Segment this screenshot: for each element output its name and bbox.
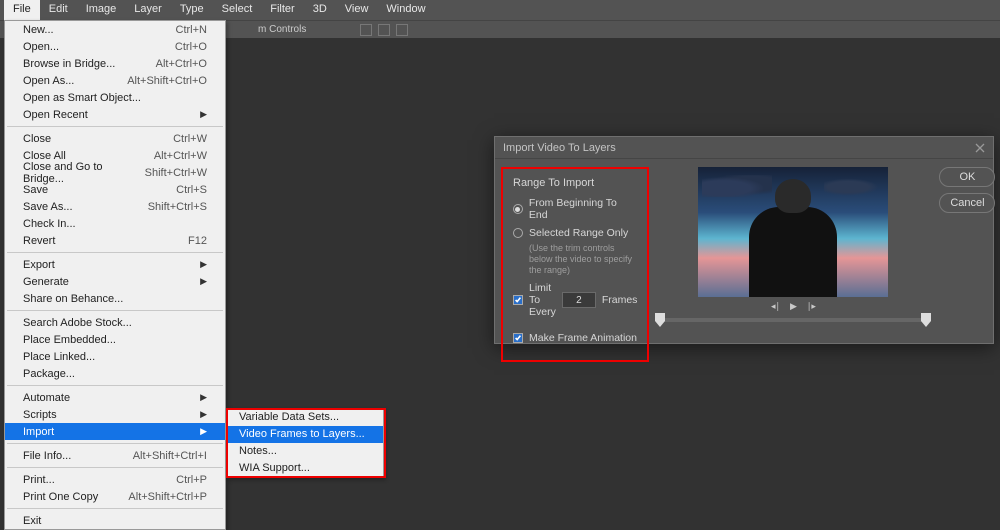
menuitem-open-as-[interactable]: Open As...Alt+Shift+Ctrl+O (5, 72, 225, 89)
menuitem-generate[interactable]: Generate▶ (5, 273, 225, 290)
menuitem-export[interactable]: Export▶ (5, 256, 225, 273)
menuitem-file-info-[interactable]: File Info...Alt+Shift+Ctrl+I (5, 447, 225, 464)
menuitem-close[interactable]: CloseCtrl+W (5, 130, 225, 147)
preview-column: ◂∣ ▶ ∣▸ (659, 167, 927, 362)
dialog-title: Import Video To Layers (503, 142, 616, 154)
radio-from-beginning-label: From Beginning To End (529, 197, 638, 221)
checkbox-make-frame-animation[interactable] (513, 333, 523, 343)
menuitem-package-[interactable]: Package... (5, 365, 225, 382)
cancel-button[interactable]: Cancel (939, 193, 995, 213)
import-submenu: Variable Data Sets...Video Frames to Lay… (226, 408, 384, 478)
menuitem-automate[interactable]: Automate▶ (5, 389, 225, 406)
menuitem-open-as-smart-object-[interactable]: Open as Smart Object... (5, 89, 225, 106)
radio-selected-range-label: Selected Range Only (529, 227, 628, 239)
dialog-titlebar: Import Video To Layers (495, 137, 993, 159)
radio-from-beginning[interactable] (513, 204, 523, 214)
prev-frame-icon[interactable]: ◂∣ (771, 301, 780, 312)
selected-range-help: (Use the trim controls below the video t… (529, 243, 637, 276)
file-menu: New...Ctrl+NOpen...Ctrl+OBrowse in Bridg… (4, 20, 226, 530)
menu-type[interactable]: Type (171, 0, 213, 20)
menu-edit[interactable]: Edit (40, 0, 77, 20)
ok-button[interactable]: OK (939, 167, 995, 187)
submenu-wia-support-[interactable]: WIA Support... (227, 460, 383, 477)
menuitem-save-as-[interactable]: Save As...Shift+Ctrl+S (5, 198, 225, 215)
limit-value-input[interactable] (562, 292, 596, 308)
menu-image[interactable]: Image (77, 0, 126, 20)
trim-handle-end[interactable] (921, 313, 931, 327)
menu-filter[interactable]: Filter (261, 0, 303, 20)
video-controls: ◂∣ ▶ ∣▸ (771, 301, 816, 312)
menubar: FileEditImageLayerTypeSelectFilter3DView… (0, 0, 1000, 20)
video-preview (698, 167, 888, 297)
menuitem-open-recent[interactable]: Open Recent▶ (5, 106, 225, 123)
align-icon-3[interactable] (396, 24, 408, 36)
next-frame-icon[interactable]: ∣▸ (807, 301, 816, 312)
limit-unit: Frames (602, 294, 638, 306)
menuitem-check-in-[interactable]: Check In... (5, 215, 225, 232)
trim-handle-start[interactable] (655, 313, 665, 327)
menuitem-search-adobe-stock-[interactable]: Search Adobe Stock... (5, 314, 225, 331)
menuitem-print-[interactable]: Print...Ctrl+P (5, 471, 225, 488)
menuitem-place-embedded-[interactable]: Place Embedded... (5, 331, 225, 348)
play-icon[interactable]: ▶ (790, 301, 797, 312)
checkbox-limit-to-every[interactable] (513, 295, 523, 305)
menuitem-import[interactable]: Import▶ (5, 423, 225, 440)
range-title: Range To Import (513, 177, 637, 189)
menuitem-revert[interactable]: RevertF12 (5, 232, 225, 249)
menu-select[interactable]: Select (213, 0, 262, 20)
menu-view[interactable]: View (336, 0, 378, 20)
menuitem-print-one-copy[interactable]: Print One CopyAlt+Shift+Ctrl+P (5, 488, 225, 505)
submenu-notes-[interactable]: Notes... (227, 443, 383, 460)
radio-selected-range[interactable] (513, 228, 523, 238)
import-video-dialog: Import Video To Layers Range To Import F… (494, 136, 994, 344)
limit-label: Limit To Every (529, 282, 556, 318)
make-frame-animation-label: Make Frame Animation (529, 332, 637, 344)
menuitem-exit[interactable]: Exit (5, 512, 225, 529)
menuitem-browse-in-bridge-[interactable]: Browse in Bridge...Alt+Ctrl+O (5, 55, 225, 72)
menuitem-share-on-behance-[interactable]: Share on Behance... (5, 290, 225, 307)
align-icon-2[interactable] (378, 24, 390, 36)
options-label: m Controls (258, 24, 306, 35)
close-icon[interactable] (975, 143, 985, 153)
submenu-video-frames-to-layers-[interactable]: Video Frames to Layers... (227, 426, 383, 443)
submenu-variable-data-sets-[interactable]: Variable Data Sets... (227, 409, 383, 426)
menu-file[interactable]: File (4, 0, 40, 20)
menuitem-new-[interactable]: New...Ctrl+N (5, 21, 225, 38)
range-to-import-group: Range To Import From Beginning To End Se… (501, 167, 649, 362)
align-icon-1[interactable] (360, 24, 372, 36)
menuitem-place-linked-[interactable]: Place Linked... (5, 348, 225, 365)
menuitem-open-[interactable]: Open...Ctrl+O (5, 38, 225, 55)
menu-layer[interactable]: Layer (125, 0, 171, 20)
menu-3d[interactable]: 3D (304, 0, 336, 20)
menu-window[interactable]: Window (377, 0, 434, 20)
menuitem-close-and-go-to-bridge-[interactable]: Close and Go to Bridge...Shift+Ctrl+W (5, 164, 225, 181)
trim-timeline[interactable] (659, 318, 927, 322)
menuitem-scripts[interactable]: Scripts▶ (5, 406, 225, 423)
